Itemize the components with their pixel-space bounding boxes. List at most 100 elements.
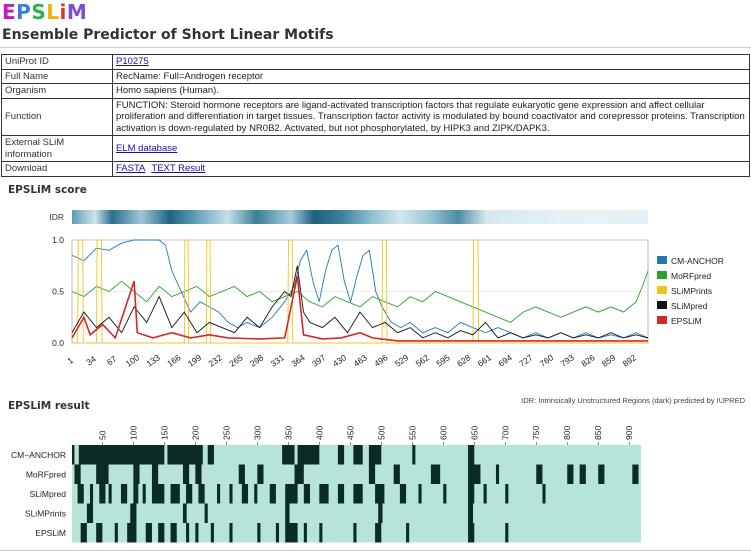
heatmap-cell — [78, 445, 165, 465]
heatmap-cell — [80, 523, 87, 543]
heatmap-cell — [632, 464, 639, 484]
heatmap-x-tick-label: 850 — [593, 426, 603, 440]
heatmap-cell — [130, 503, 137, 523]
x-tick-label: 892 — [621, 352, 639, 368]
heatmap-x-tick-label: 900 — [624, 426, 634, 440]
x-tick-label: 133 — [144, 352, 162, 368]
heatmap-cell — [430, 464, 441, 484]
heatmap-cell — [303, 523, 307, 543]
heatmap-cell — [337, 445, 345, 465]
heatmap-cell — [294, 464, 304, 484]
idr-label: IDR — [49, 212, 64, 222]
legend-swatch — [657, 286, 667, 294]
heatmap-x-tick-label: 250 — [221, 426, 231, 440]
x-tick-label: 463 — [351, 352, 369, 368]
heatmap-row-label: SLiMPrints — [25, 508, 66, 518]
heatmap-cell — [195, 464, 202, 484]
heatmap-cell — [210, 523, 214, 543]
heatmap-x-tick-label: 500 — [376, 426, 386, 440]
heatmap-cell — [282, 445, 295, 465]
heatmap-cell — [412, 445, 416, 465]
heatmap-cell — [375, 484, 385, 504]
heatmap-cell — [151, 484, 165, 504]
heatmap-cell — [133, 484, 139, 504]
heatmap-cell — [151, 464, 159, 484]
legend-label: MoRFpred — [671, 271, 711, 281]
heatmap-cell — [133, 464, 140, 484]
heatmap-x-tick-label: 600 — [438, 426, 448, 440]
heatmap-cell — [269, 484, 276, 504]
x-tick-label: 265 — [227, 352, 245, 368]
heatmap-cell — [241, 484, 249, 504]
heatmap-cell — [353, 484, 363, 504]
epslim-score-chart: IDR0.00.51.01 34 67 100 133 166 199 232 265 298 33… — [11, 210, 724, 543]
x-tick-label: 562 — [414, 352, 432, 368]
heatmap-x-tick-label: 200 — [190, 426, 200, 440]
idr-strip — [72, 210, 648, 224]
heatmap-x-tick-label: 300 — [252, 426, 262, 440]
heatmap-cell — [114, 523, 118, 543]
heatmap-x-tick-label: 800 — [562, 426, 572, 440]
x-tick-label: 397 — [310, 352, 328, 368]
heatmap-x-tick-label: 100 — [128, 426, 138, 440]
x-tick-label: 199 — [186, 352, 204, 368]
heatmap-cell — [229, 484, 233, 504]
heatmap-cell — [170, 523, 177, 543]
heatmap-cell — [96, 464, 109, 484]
heatmap-cell — [275, 523, 280, 543]
heatmap-cell — [468, 445, 475, 465]
heatmap-cell — [142, 484, 146, 504]
x-tick-label: 628 — [455, 352, 473, 368]
heatmap-cell — [468, 464, 481, 484]
heatmap-cell — [399, 484, 407, 504]
x-tick-label: 100 — [124, 352, 142, 368]
heatmap-cell — [542, 484, 546, 504]
legend-label: CM-ANCHOR — [671, 256, 724, 266]
heatmap-cell — [375, 523, 382, 543]
heatmap-row-label: SLiMpred — [30, 489, 67, 499]
legend-swatch — [657, 301, 667, 309]
heatmap-cell — [158, 523, 165, 543]
y-tick-label: 1.0 — [52, 235, 64, 245]
x-tick-label: 67 — [105, 354, 119, 368]
heatmap-cell — [536, 464, 543, 484]
heatmap-cell — [96, 523, 103, 543]
heatmap-cell — [186, 523, 190, 543]
heatmap-cell — [167, 445, 203, 465]
heatmap-row-label: CM−ANCHOR — [11, 450, 66, 460]
heatmap-row-label: MoRFpred — [26, 469, 66, 479]
x-tick-label: 496 — [372, 352, 390, 368]
heatmap-cell — [170, 484, 180, 504]
heatmap-cell — [120, 484, 128, 504]
heatmap-cell — [353, 445, 363, 465]
heatmap-cell — [468, 523, 475, 543]
heatmap-cell — [186, 484, 193, 504]
heatmap-cell — [198, 484, 205, 504]
heatmap-cell — [99, 484, 106, 504]
x-tick-label: 298 — [248, 352, 266, 368]
x-tick-label: 793 — [559, 352, 577, 368]
x-tick-label: 166 — [165, 352, 183, 368]
x-tick-label: 529 — [393, 352, 411, 368]
heatmap-cell — [74, 464, 81, 484]
heatmap-cell — [207, 445, 214, 465]
heatmap-x-tick-label: 400 — [314, 426, 324, 440]
x-tick-label: 694 — [496, 352, 514, 368]
heatmap-cell — [204, 503, 208, 523]
heatmap-cell — [217, 484, 221, 504]
heatmap-cell — [238, 464, 245, 484]
heatmap-cell — [89, 484, 94, 504]
heatmap-cell — [285, 523, 298, 543]
x-tick-label: 760 — [538, 352, 556, 368]
heatmap-cell — [72, 445, 75, 465]
heatmap-cell — [393, 464, 400, 484]
heatmap-cell — [468, 484, 475, 504]
heatmap-cell — [567, 464, 574, 484]
heatmap-cell — [406, 523, 410, 543]
heatmap-cell — [285, 503, 290, 523]
heatmap-cell — [182, 464, 190, 484]
x-tick-label: 331 — [269, 352, 287, 368]
heatmap-cell — [86, 503, 94, 523]
heatmap-cell — [182, 503, 187, 523]
heatmap-cell — [319, 484, 329, 504]
